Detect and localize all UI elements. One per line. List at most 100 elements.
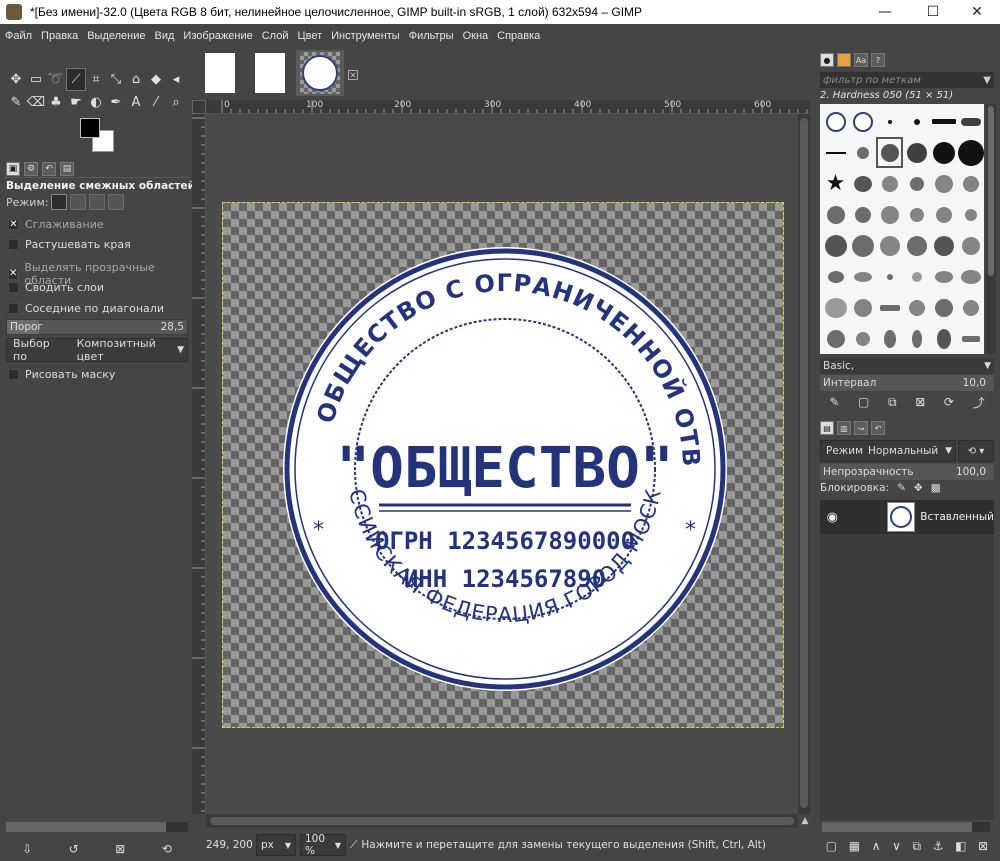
antialias-checkbox[interactable]: ✕ <box>8 219 19 230</box>
threshold-slider[interactable]: Порог 28,5 <box>6 319 188 335</box>
diagonal-checkbox[interactable] <box>8 303 19 314</box>
rect-select-tool-icon[interactable]: ▭ <box>26 68 46 91</box>
brush-item[interactable] <box>930 230 957 261</box>
brush-item[interactable] <box>903 261 930 292</box>
clone-tool-icon[interactable]: ♣ <box>46 91 66 114</box>
brush-item[interactable] <box>822 323 849 354</box>
brush-item[interactable] <box>849 106 876 137</box>
brush-item[interactable] <box>849 261 876 292</box>
menu-file[interactable]: Файл <box>5 30 32 42</box>
restore-options-icon[interactable]: ↺ <box>69 842 79 856</box>
brush-item[interactable] <box>876 199 903 230</box>
brush-item[interactable] <box>876 230 903 261</box>
navigate-icon[interactable]: ▲ <box>798 814 812 828</box>
image-tab-2[interactable] <box>246 50 294 96</box>
vertical-ruler[interactable] <box>192 114 206 814</box>
brushes-tab-icon[interactable]: ● <box>820 53 834 67</box>
brush-item[interactable] <box>822 137 849 168</box>
brush-item[interactable] <box>903 292 930 323</box>
brush-item[interactable] <box>822 261 849 292</box>
layers-tab-icon[interactable]: ▤ <box>820 421 834 435</box>
brush-item[interactable] <box>957 292 984 323</box>
layer-mode-combo[interactable]: Режим Нормальный ▼ <box>820 440 956 462</box>
channels-tab-icon[interactable]: ▥ <box>837 421 851 435</box>
duplicate-layer-icon[interactable]: ⧉ <box>913 839 922 854</box>
image-tab-1[interactable] <box>196 50 244 96</box>
brush-item[interactable] <box>903 168 930 199</box>
brush-item[interactable] <box>930 323 957 354</box>
reset-options-icon[interactable]: ⟲ <box>162 842 172 856</box>
duplicate-brush-icon[interactable]: ⧉ <box>888 395 897 410</box>
undo-history-tab-icon[interactable]: ↶ <box>42 161 56 176</box>
foreground-color-swatch[interactable] <box>80 118 100 138</box>
menu-edit[interactable]: Правка <box>41 30 78 42</box>
draw-mask-checkbox[interactable] <box>8 369 19 380</box>
scroll-thumb[interactable] <box>210 817 794 825</box>
crop-tool-icon[interactable]: ⌗ <box>86 68 106 91</box>
diagonal-option[interactable]: Соседние по диагонали <box>8 302 164 315</box>
paintbrush-tool-icon[interactable]: ✎ <box>6 91 26 114</box>
lock-position-icon[interactable]: ✥ <box>914 482 923 494</box>
bucket-fill-tool-icon[interactable]: ◆ <box>146 68 166 91</box>
brush-item[interactable] <box>930 199 957 230</box>
layer-composite-combo[interactable]: ⟲ ▾ <box>958 440 994 462</box>
delete-layer-icon[interactable]: ⊠ <box>978 839 988 853</box>
lasso-tool-icon[interactable]: ➰ <box>46 68 66 91</box>
brush-item-selected[interactable] <box>876 137 903 168</box>
select-by-combo[interactable]: Выбор по Композитный цвет ▼ <box>6 337 188 363</box>
ruler-corner[interactable] <box>192 100 206 114</box>
tool-options-scrollbar[interactable] <box>6 822 188 832</box>
new-brush-icon[interactable]: ▢ <box>858 395 869 409</box>
brush-item[interactable] <box>903 137 930 168</box>
brush-item[interactable] <box>957 137 984 168</box>
brush-item[interactable] <box>849 137 876 168</box>
paths-tab-icon[interactable]: ↝ <box>854 421 868 435</box>
brush-item[interactable] <box>957 106 984 137</box>
antialias-option[interactable]: ✕ Сглаживание <box>8 218 104 231</box>
brush-item[interactable] <box>876 323 903 354</box>
brush-item[interactable] <box>930 106 957 137</box>
scroll-thumb[interactable] <box>988 106 994 276</box>
select-transparent-checkbox[interactable]: ✕ <box>8 268 19 280</box>
feather-option[interactable]: Растушевать края <box>8 238 131 251</box>
eraser-tool-icon[interactable]: ⌫ <box>26 91 46 114</box>
zoom-tool-icon[interactable]: ⌕ <box>166 91 186 114</box>
brush-grid[interactable]: ★ <box>820 104 984 354</box>
brush-item[interactable] <box>957 261 984 292</box>
tool-options-tab-icon[interactable]: ▣ <box>6 161 20 176</box>
brush-item[interactable] <box>930 292 957 323</box>
smudge-tool-icon[interactable]: ☛ <box>66 91 86 114</box>
close-tab-icon[interactable]: ✕ <box>348 70 358 80</box>
horizontal-ruler[interactable]: 0 100 200 300 400 500 600 <box>206 100 810 114</box>
images-tab-icon[interactable]: ▤ <box>60 161 74 176</box>
menu-color[interactable]: Цвет <box>297 30 322 42</box>
path-tool-icon[interactable]: ✒ <box>106 91 126 114</box>
brush-preset-combo[interactable]: Basic, ▼ <box>820 358 994 374</box>
brush-item[interactable] <box>903 106 930 137</box>
brush-item[interactable] <box>876 106 903 137</box>
device-status-tab-icon[interactable]: ⚙ <box>24 161 38 176</box>
brush-item[interactable] <box>930 168 957 199</box>
canvas-area[interactable]: ОБЩЕСТВО С ОГРАНИЧЕННОЙ ОТВЕТСТВЕННОСТЬЮ… <box>206 114 798 814</box>
scroll-thumb[interactable] <box>822 822 972 832</box>
draw-mask-option[interactable]: Рисовать маску <box>8 368 115 381</box>
sample-merged-checkbox[interactable] <box>8 282 19 293</box>
replace-mode-icon[interactable] <box>51 194 68 210</box>
brush-item[interactable] <box>957 168 984 199</box>
brush-item[interactable] <box>822 106 849 137</box>
new-layer-group-icon[interactable]: ▦ <box>849 839 860 853</box>
brush-item[interactable] <box>849 168 876 199</box>
brush-grid-scrollbar[interactable] <box>986 104 996 354</box>
brush-item[interactable] <box>930 137 957 168</box>
lock-pixels-icon[interactable]: ✎ <box>897 482 906 494</box>
lower-layer-icon[interactable]: ∨ <box>892 839 901 853</box>
menu-image[interactable]: Изображение <box>183 30 252 42</box>
brush-tag-filter[interactable]: фильтр по меткам ▼ <box>820 72 994 88</box>
dodge-tool-icon[interactable]: ◐ <box>86 91 106 114</box>
brush-item[interactable] <box>903 199 930 230</box>
warp-tool-icon[interactable]: ⌂ <box>126 68 146 91</box>
brush-item[interactable] <box>930 261 957 292</box>
brush-spacing-slider[interactable]: Интервал 10,0 <box>820 375 994 391</box>
brush-item[interactable] <box>849 292 876 323</box>
brush-item[interactable] <box>957 199 984 230</box>
